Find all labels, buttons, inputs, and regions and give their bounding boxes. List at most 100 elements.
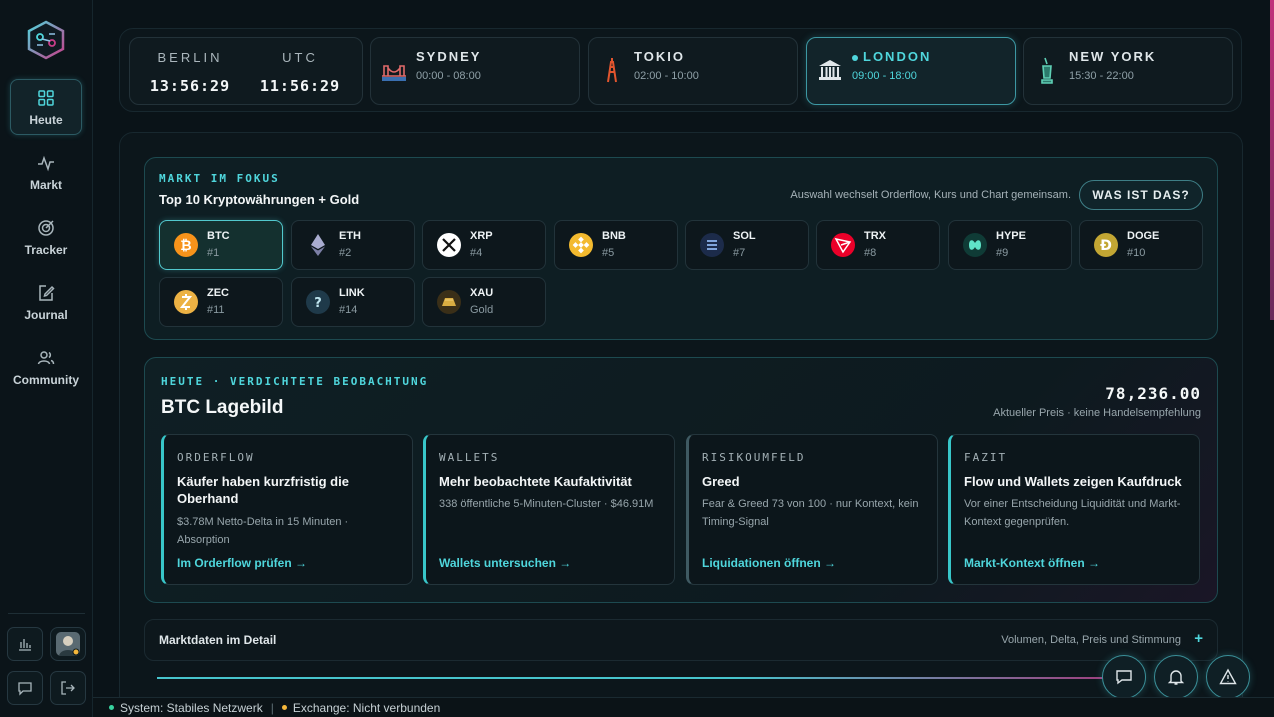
scrollbar[interactable] [1270,0,1274,320]
coin-symbol: BTC [207,230,230,242]
card-link[interactable]: Wallets untersuchen → [439,556,571,570]
coin-symbol: BNB [602,230,626,242]
coin-symbol: ZEC [207,287,229,299]
chat-icon [18,682,32,696]
stats-button[interactable] [7,627,43,661]
expand-plus-icon[interactable]: + [1194,630,1203,647]
card-kicker: WALLETS [439,451,500,464]
card-description: Fear & Greed 73 von 100 · nur Kontext, k… [702,498,919,528]
bank-icon [819,60,841,80]
what-is-this-button[interactable]: WAS IST DAS? [1079,180,1203,210]
coin-rank: #8 [864,247,877,259]
bar-chart-icon [19,639,31,651]
market-session-sydney[interactable]: SYDNEY 00:00 - 08:00 [370,37,580,105]
bridge-icon [382,65,406,81]
coin-rank: #14 [339,304,358,316]
coin-doge[interactable]: Đ DOGE #10 [1079,220,1203,270]
sidebar-item-heute[interactable]: Heute [10,79,82,135]
coin-rank: #9 [996,247,1009,259]
question-icon: ? [306,290,330,314]
coin-bnb[interactable]: BNB #5 [554,220,678,270]
xrp-icon [437,233,461,257]
card-link[interactable]: Markt-Kontext öffnen → [964,556,1100,570]
chat-button[interactable] [1102,655,1146,699]
coin-symbol: XAU [470,287,494,299]
sidebar-item-journal[interactable]: Journal [10,274,82,330]
market-name: SYDNEY [416,49,482,64]
coin-rank: Gold [470,304,494,316]
sidebar-item-label: Community [13,372,79,387]
clock-berlin: BERLIN 13:56:29 [140,50,240,95]
status-separator: | [270,700,274,715]
users-icon [37,350,55,364]
sidebar-item-label: Markt [29,177,62,192]
ethereum-icon [311,234,325,256]
bnb-icon [569,233,593,257]
card-kicker: FAZIT [964,451,1008,464]
sidebar-item-markt[interactable]: Markt [10,144,82,200]
card-title: Flow und Wallets zeigen Kaufdruck [964,474,1182,489]
insight-card-wallets: WALLETS Mehr beobachtete Kaufaktivität 3… [423,434,675,585]
zcash-icon [174,290,198,314]
logout-button[interactable] [50,671,86,705]
section-title: Top 10 Kryptowährungen + Gold [159,192,360,207]
coin-rank: #10 [1127,247,1146,259]
tron-icon [831,233,855,257]
journal-edit-icon [39,284,55,301]
coin-symbol: LINK [339,287,365,299]
hype-icon [963,233,987,257]
coin-trx[interactable]: TRX #8 [816,220,940,270]
market-session-new-york[interactable]: NEW YORK 15:30 - 22:00 [1023,37,1233,105]
insight-card-orderflow: ORDERFLOW Käufer haben kurzfristig die O… [161,434,413,585]
alert-button[interactable] [1206,655,1250,699]
coin-zec[interactable]: ZEC #11 [159,277,283,327]
gold-bar-icon [437,290,461,314]
card-link[interactable]: Liquidationen öffnen → [702,556,836,570]
section-eyebrow: HEUTE · VERDICHTETE BEOBACHTUNG [161,375,429,388]
market-hours: 15:30 - 22:00 [1069,70,1134,82]
sidebar: Heute Markt Tracker Journal Community [0,0,93,717]
coin-link[interactable]: ? LINK #14 [291,277,415,327]
market-session-tokio[interactable]: TOKIO 02:00 - 10:00 [588,37,798,105]
coin-rank: #11 [207,304,225,316]
coin-symbol: ETH [339,230,361,242]
coin-xrp[interactable]: XRP #4 [422,220,546,270]
card-link[interactable]: Im Orderflow prüfen → [177,556,307,570]
svg-text:Đ: Đ [1100,238,1112,254]
market-name: TOKIO [634,49,685,64]
clock-label: UTC [282,50,318,65]
card-title: Käufer haben kurzfristig die Oberhand [177,474,349,506]
coin-symbol: TRX [864,230,886,242]
market-name: LONDON [852,49,931,64]
insight-card-fazit: FAZIT Flow und Wallets zeigen Kaufdruck … [948,434,1200,585]
statue-icon [1041,57,1053,84]
coin-eth[interactable]: ETH #2 [291,220,415,270]
status-bar: System: Stabiles Netzwerk | Exchange: Ni… [93,697,1274,717]
svg-text:?: ? [314,296,322,311]
coin-hype[interactable]: HYPE #9 [948,220,1072,270]
coin-rank: #1 [207,247,220,259]
card-kicker: ORDERFLOW [177,451,255,464]
details-label: Marktdaten im Detail [159,633,277,647]
coin-rank: #2 [339,247,352,259]
price-note: Aktueller Preis · keine Handelsempfehlun… [993,407,1201,419]
sidebar-item-community[interactable]: Community [10,339,82,395]
notifications-button[interactable] [1154,655,1198,699]
coin-sol[interactable]: SOL #7 [685,220,809,270]
sidebar-item-tracker[interactable]: Tracker [10,209,82,265]
market-name: NEW YORK [1069,49,1157,64]
app-logo[interactable] [24,20,68,60]
clock-panel: BERLIN 13:56:29 UTC 11:56:29 [129,37,363,105]
clock-utc: UTC 11:56:29 [250,50,350,95]
coin-btc[interactable]: ₿ BTC #1 [159,220,283,270]
card-description: $3.78M Netto-Delta in 15 Minuten · Absor… [177,516,349,546]
chat-side-button[interactable] [7,671,43,705]
market-details-toggle[interactable]: Marktdaten im Detail Volumen, Delta, Pre… [144,619,1218,661]
profile-avatar-button[interactable] [50,627,86,661]
coin-symbol: SOL [733,230,756,242]
progress-accent-line [157,677,1117,679]
sidebar-item-label: Heute [29,112,63,127]
market-session-london[interactable]: LONDON 09:00 - 18:00 [806,37,1016,105]
coin-symbol: HYPE [996,230,1026,242]
coin-xau[interactable]: XAU Gold [422,277,546,327]
